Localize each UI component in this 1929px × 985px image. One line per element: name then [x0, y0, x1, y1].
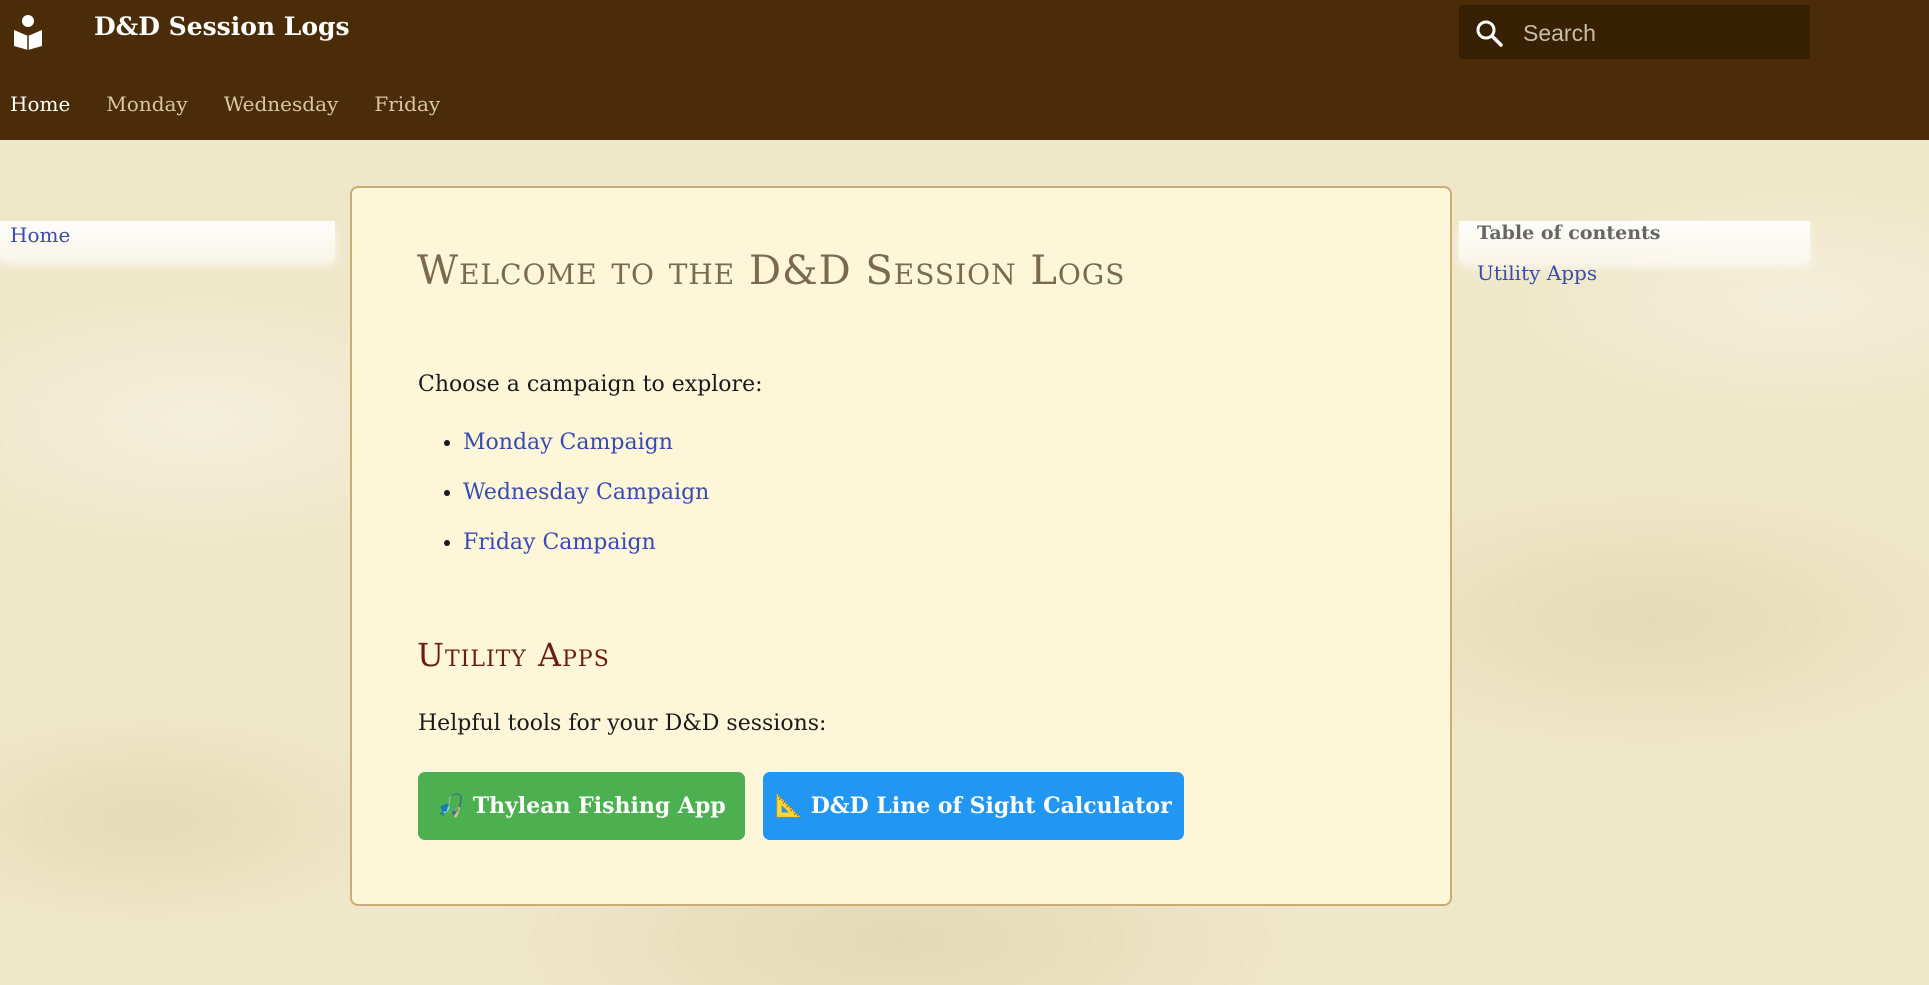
campaign-intro: Choose a campaign to explore:: [418, 372, 763, 397]
book-reader-icon[interactable]: [12, 14, 44, 50]
utility-apps-heading: Utility Apps: [417, 636, 610, 674]
list-item: Friday Campaign: [463, 518, 709, 568]
list-item: Monday Campaign: [463, 418, 709, 468]
utility-intro: Helpful tools for your D&D sessions:: [418, 711, 827, 736]
nav-friday[interactable]: Friday: [374, 92, 440, 116]
campaign-list: Monday Campaign Wednesday Campaign Frida…: [418, 418, 709, 568]
list-item: Wednesday Campaign: [463, 468, 709, 518]
table-of-contents: Table of contents: [1459, 221, 1810, 261]
friday-campaign-link[interactable]: Friday Campaign: [463, 530, 656, 555]
toc-item-utility-apps[interactable]: Utility Apps: [1477, 261, 1597, 285]
button-label: D&D Line of Sight Calculator: [810, 793, 1172, 819]
wednesday-campaign-link[interactable]: Wednesday Campaign: [463, 480, 709, 505]
button-label: Thylean Fishing App: [472, 793, 726, 819]
nav-home[interactable]: Home: [10, 92, 70, 116]
site-title[interactable]: D&D Session Logs: [94, 12, 350, 41]
site-header: D&D Session Logs Home Monday Wednesday F…: [0, 0, 1929, 140]
thylean-fishing-app-button[interactable]: 🎣 Thylean Fishing App: [418, 772, 745, 840]
nav-wednesday[interactable]: Wednesday: [224, 92, 339, 116]
left-sidebar: Home: [0, 221, 335, 259]
search-box[interactable]: [1459, 5, 1810, 59]
main-content: Welcome to the D&D Session Logs Choose a…: [350, 186, 1452, 906]
search-input[interactable]: [1521, 15, 1795, 51]
nav-monday[interactable]: Monday: [106, 92, 187, 116]
search-icon: [1476, 20, 1503, 47]
monday-campaign-link[interactable]: Monday Campaign: [463, 430, 673, 455]
triangular-ruler-icon: 📐: [775, 793, 803, 819]
page-title: Welcome to the D&D Session Logs: [417, 248, 1126, 294]
fishing-pole-icon: 🎣: [437, 793, 465, 819]
sidebar-item-home[interactable]: Home: [10, 223, 70, 247]
toc-title: Table of contents: [1477, 222, 1661, 244]
line-of-sight-calculator-button[interactable]: 📐 D&D Line of Sight Calculator: [763, 772, 1184, 840]
top-nav: Home Monday Wednesday Friday: [10, 92, 476, 116]
